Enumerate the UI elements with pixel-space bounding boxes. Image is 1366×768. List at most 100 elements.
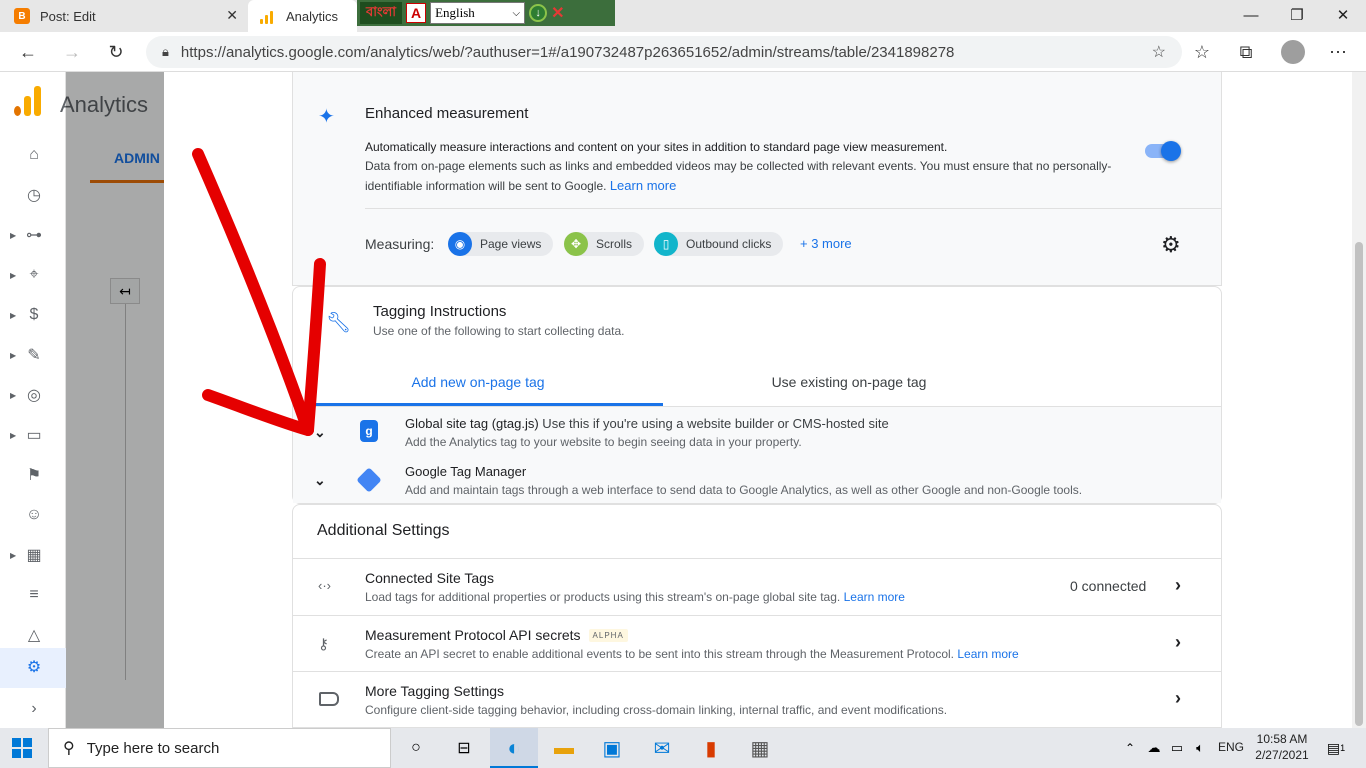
add-favorite-icon[interactable]: ☆ bbox=[1152, 42, 1166, 62]
more-menu-icon[interactable]: ⋯ bbox=[1326, 40, 1350, 64]
tagging-subtitle: Use one of the following to start collec… bbox=[373, 324, 625, 338]
gtm-option-title[interactable]: Google Tag Manager bbox=[405, 464, 526, 479]
settings-gear-icon[interactable]: ⚙ bbox=[1161, 232, 1181, 258]
language-select[interactable]: English ⌵ bbox=[430, 2, 526, 24]
divider bbox=[365, 208, 1221, 209]
more-measurements-link[interactable]: + 3 more bbox=[800, 236, 852, 251]
mail-icon[interactable]: ✉ bbox=[648, 734, 676, 762]
clock-date: 2/27/2021 bbox=[1255, 748, 1309, 762]
back-icon[interactable]: ← bbox=[16, 40, 40, 64]
expand-arrow-icon[interactable]: ▶ bbox=[10, 391, 16, 400]
windows-start-icon[interactable] bbox=[12, 738, 32, 758]
task-view-icon[interactable]: ⊟ bbox=[450, 734, 478, 762]
expand-arrow-icon[interactable]: ▶ bbox=[10, 271, 16, 280]
tag-icon[interactable]: ⌖ bbox=[22, 263, 46, 287]
cortana-icon[interactable]: ○ bbox=[402, 734, 430, 762]
search-icon: ⚲ bbox=[63, 740, 75, 757]
office-icon[interactable]: ▮ bbox=[697, 734, 725, 762]
store-icon[interactable]: ▣ bbox=[598, 734, 626, 762]
expand-arrow-icon[interactable]: ▶ bbox=[10, 351, 16, 360]
expand-arrow-icon[interactable]: ▶ bbox=[10, 551, 16, 560]
minimize-icon[interactable]: — bbox=[1228, 0, 1274, 30]
flag-icon[interactable]: ⚑ bbox=[22, 463, 46, 487]
url-text: https://analytics.google.com/analytics/w… bbox=[180, 43, 955, 61]
chevron-right-icon[interactable]: › bbox=[1175, 575, 1181, 596]
acrobat-icon[interactable]: A bbox=[406, 3, 427, 23]
edge-icon[interactable]: ◐ bbox=[500, 734, 528, 762]
language-value: English bbox=[435, 5, 475, 20]
learn-more-link[interactable]: Learn more bbox=[844, 590, 905, 604]
gtag-option-title[interactable]: Global site tag (gtag.js) Use this if yo… bbox=[405, 416, 889, 431]
chevron-right-icon[interactable]: › bbox=[1175, 688, 1181, 709]
expand-arrow-icon[interactable]: ▶ bbox=[10, 431, 16, 440]
restore-icon[interactable]: ❐ bbox=[1274, 0, 1320, 30]
row-desc: Load tags for additional properties or p… bbox=[365, 590, 905, 604]
favorites-icon[interactable]: ☆ bbox=[1190, 40, 1214, 64]
gtag-option-desc: Add the Analytics tag to your website to… bbox=[405, 435, 802, 449]
row-desc: Create an API secret to enable additiona… bbox=[365, 647, 1019, 661]
enhanced-lead: Automatically measure interactions and c… bbox=[365, 140, 948, 154]
monetization-icon[interactable]: $ bbox=[22, 303, 46, 327]
option-title: Global site tag (gtag.js) bbox=[405, 416, 539, 431]
profile-avatar[interactable] bbox=[1281, 40, 1305, 64]
gtag-icon: g bbox=[360, 420, 378, 442]
chevron-right-icon[interactable]: › bbox=[1175, 632, 1181, 653]
learn-more-link[interactable]: Learn more bbox=[610, 178, 676, 193]
download-icon[interactable]: ↓ bbox=[529, 4, 548, 22]
browser-tab-post-edit[interactable]: B Post: Edit ✕ bbox=[0, 0, 246, 32]
close-extension-icon[interactable]: ✕ bbox=[551, 3, 564, 23]
bangla-label[interactable]: বাংলা bbox=[360, 2, 403, 24]
row-desc-text: Load tags for additional properties or p… bbox=[365, 590, 841, 604]
notification-center-icon[interactable]: ▤ 1 bbox=[1322, 734, 1350, 762]
chevron-down-icon: ⌵ bbox=[512, 7, 521, 19]
scrollbar-thumb[interactable] bbox=[1355, 242, 1363, 726]
tab-use-existing-tag[interactable]: Use existing on-page tag bbox=[663, 374, 1035, 390]
measurement-protocol-row[interactable] bbox=[293, 616, 1221, 671]
engagement-icon[interactable]: ✎ bbox=[22, 343, 46, 367]
chip-page-views: ◉ Page views bbox=[448, 232, 554, 256]
additional-settings-title: Additional Settings bbox=[317, 522, 450, 539]
expand-nav-icon[interactable]: › bbox=[22, 697, 46, 721]
volume-icon[interactable]: 🔈︎ bbox=[1186, 734, 1214, 762]
tab-title: Post: Edit bbox=[40, 8, 96, 24]
taskbar-search[interactable]: ⚲ Type here to search bbox=[48, 728, 391, 768]
enhanced-title: Enhanced measurement bbox=[365, 105, 529, 122]
file-explorer-icon[interactable]: ▬ bbox=[550, 734, 578, 762]
enhanced-toggle[interactable] bbox=[1145, 141, 1181, 161]
more-tagging-settings-row[interactable] bbox=[293, 672, 1221, 728]
globe-icon[interactable]: ◎ bbox=[22, 383, 46, 407]
system-clock[interactable]: 10:58 AM 2/27/2021 bbox=[1250, 731, 1314, 763]
blogger-icon: B bbox=[14, 8, 30, 24]
library-icon[interactable]: △ bbox=[22, 623, 46, 647]
chevron-down-icon[interactable]: ⌄ bbox=[314, 472, 326, 489]
expand-arrow-icon[interactable]: ▶ bbox=[10, 231, 16, 240]
home-icon[interactable]: ⌂ bbox=[22, 143, 46, 167]
learn-more-link[interactable]: Learn more bbox=[957, 647, 1018, 661]
reload-icon[interactable]: ↻ bbox=[104, 40, 128, 64]
close-tab-icon[interactable]: ✕ bbox=[226, 7, 238, 24]
close-window-icon[interactable]: ✕ bbox=[1320, 0, 1366, 30]
chip-label: Scrolls bbox=[596, 237, 633, 251]
acquisition-icon[interactable]: ⊶ bbox=[22, 223, 46, 247]
enhanced-body: Data from on-page elements such as links… bbox=[365, 159, 1112, 193]
user-icon[interactable]: ☺ bbox=[22, 503, 46, 527]
configure-icon[interactable]: ≡ bbox=[22, 583, 46, 607]
expand-arrow-icon[interactable]: ▶ bbox=[10, 311, 16, 320]
address-bar[interactable]: 🔒︎ https://analytics.google.com/analytic… bbox=[146, 36, 1182, 68]
measuring-label: Measuring: bbox=[365, 236, 435, 252]
input-language[interactable]: ENG bbox=[1218, 740, 1244, 754]
admin-gear-icon[interactable]: ⚙ bbox=[22, 655, 46, 679]
realtime-icon[interactable]: ◷ bbox=[22, 183, 46, 207]
row-title: More Tagging Settings bbox=[365, 683, 505, 699]
explore-icon[interactable]: ▦ bbox=[22, 543, 46, 567]
calculator-icon[interactable]: ▦ bbox=[746, 734, 774, 762]
chip-outbound-clicks: ▯ Outbound clicks bbox=[654, 232, 784, 256]
forward-icon[interactable]: → bbox=[60, 40, 84, 64]
collections-icon[interactable]: ⧉ bbox=[1234, 40, 1258, 64]
google-analytics-icon bbox=[260, 8, 276, 24]
label-icon bbox=[319, 692, 339, 706]
browser-tab-analytics[interactable]: Analytics bbox=[248, 0, 357, 32]
clock-time: 10:58 AM bbox=[1256, 732, 1308, 746]
row-desc: Configure client-side tagging behavior, … bbox=[365, 703, 948, 717]
tech-icon[interactable]: ▭ bbox=[22, 423, 46, 447]
